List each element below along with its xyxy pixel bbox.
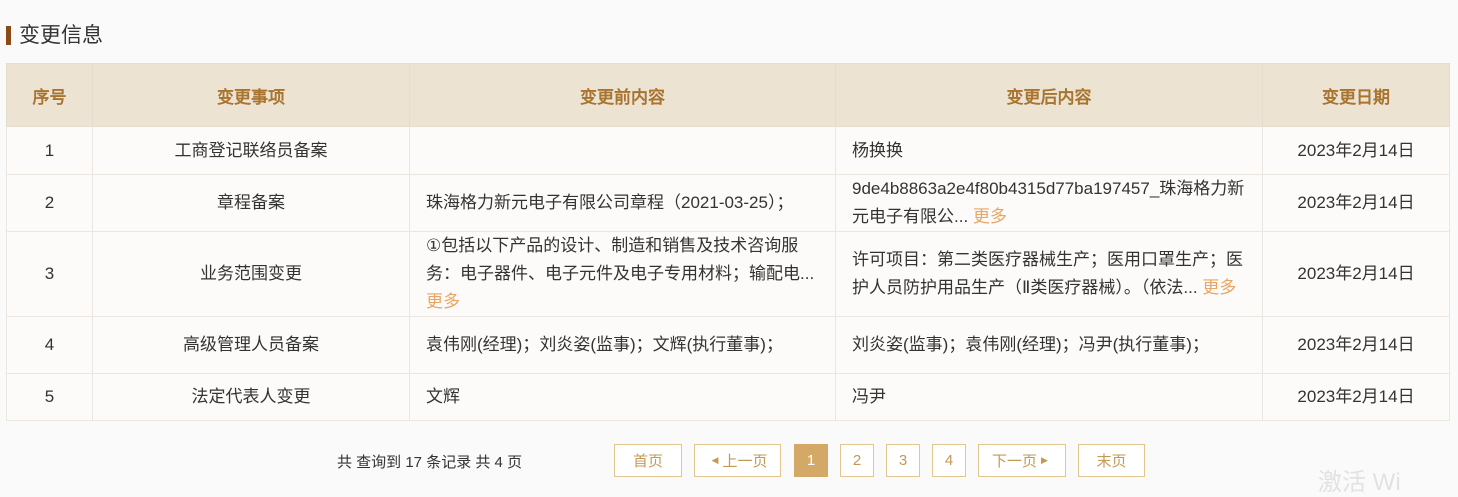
cell-after-content: 许可项目：第二类医疗器械生产；医用口罩生产；医护人员防护用品生产（Ⅱ类医疗器械）… — [835, 231, 1263, 317]
cell-change-date: 2023年2月14日 — [1262, 174, 1450, 232]
header-before-content: 变更前内容 — [409, 63, 836, 127]
before-text: 珠海格力新元电子有限公司章程（2021-03-25）； — [426, 193, 794, 212]
after-text: 许可项目：第二类医疗器械生产；医用口罩生产；医护人员防护用品生产（Ⅱ类医疗器械）… — [852, 250, 1243, 297]
pagination-summary: 共 查询到 17 条记录 共 4 页 — [337, 451, 522, 472]
cell-after-content: 杨换换 — [835, 126, 1263, 175]
page-number: 2 — [852, 452, 862, 469]
cell-change-item: 章程备案 — [92, 174, 410, 232]
triangle-left-icon: ◀ — [711, 455, 719, 465]
summary-pages-unit: 页 — [507, 454, 523, 471]
table-header-row: 序号 变更事项 变更前内容 变更后内容 变更日期 — [6, 63, 1450, 127]
after-text: 9de4b8863a2e4f80b4315d77ba197457_珠海格力新元电… — [852, 179, 1245, 226]
cell-after-content: 9de4b8863a2e4f80b4315d77ba197457_珠海格力新元电… — [835, 174, 1263, 232]
header-change-item: 变更事项 — [92, 63, 410, 127]
after-more-link[interactable]: 更多 — [1202, 278, 1236, 297]
cell-change-date: 2023年2月14日 — [1262, 373, 1450, 421]
page-button-2[interactable]: 2 — [840, 444, 874, 477]
table-row: 3 业务范围变更 ①包括以下产品的设计、制造和销售及技术咨询服务：电子器件、电子… — [6, 231, 1450, 317]
before-text: 袁伟刚(经理)；刘炎姿(监事)；文辉(执行董事)； — [426, 335, 783, 354]
table-row: 2 章程备案 珠海格力新元电子有限公司章程（2021-03-25）； 9de4b… — [6, 174, 1450, 232]
page-number: 4 — [944, 452, 954, 469]
next-page-label: 下一页 — [992, 453, 1038, 470]
page-number: 1 — [806, 452, 816, 469]
first-page-label: 首页 — [632, 453, 663, 470]
header-after-content: 变更后内容 — [835, 63, 1263, 127]
section-title-text: 变更信息 — [19, 24, 103, 47]
cell-before-content: 袁伟刚(经理)；刘炎姿(监事)；文辉(执行董事)； — [409, 316, 836, 374]
after-text: 刘炎姿(监事)；袁伟刚(经理)；冯尹(执行董事)； — [852, 335, 1209, 354]
page-button-3[interactable]: 3 — [886, 444, 920, 477]
cell-change-item: 高级管理人员备案 — [92, 316, 410, 374]
cell-before-content: 文辉 — [409, 373, 836, 421]
cell-change-item: 业务范围变更 — [92, 231, 410, 317]
total-pages: 4 — [494, 454, 503, 471]
header-change-date: 变更日期 — [1262, 63, 1450, 127]
page-number: 3 — [898, 452, 908, 469]
table-row: 4 高级管理人员备案 袁伟刚(经理)；刘炎姿(监事)；文辉(执行董事)； 刘炎姿… — [6, 316, 1450, 374]
cell-after-content: 冯尹 — [835, 373, 1263, 421]
cell-change-item: 法定代表人变更 — [92, 373, 410, 421]
cell-change-date: 2023年2月14日 — [1262, 231, 1450, 317]
before-more-link[interactable]: 更多 — [426, 292, 460, 311]
cell-serial-no: 5 — [6, 373, 93, 421]
cell-serial-no: 4 — [6, 316, 93, 374]
activation-watermark: 激活 Wi — [1318, 469, 1401, 496]
page-button-1[interactable]: 1 — [794, 444, 828, 477]
title-accent-bar — [6, 25, 11, 45]
cell-serial-no: 3 — [6, 231, 93, 317]
after-more-link[interactable]: 更多 — [973, 207, 1007, 226]
header-serial-no: 序号 — [6, 63, 93, 127]
page-button-4[interactable]: 4 — [932, 444, 966, 477]
cell-before-content — [409, 126, 836, 175]
next-page-button[interactable]: 下一页 ▶ — [978, 444, 1066, 477]
cell-before-content: ①包括以下产品的设计、制造和销售及技术咨询服务：电子器件、电子元件及电子专用材料… — [409, 231, 836, 317]
prev-page-label: 上一页 — [722, 453, 768, 470]
cell-change-date: 2023年2月14日 — [1262, 126, 1450, 175]
table-row: 5 法定代表人变更 文辉 冯尹 2023年2月14日 — [6, 373, 1450, 421]
last-page-label: 末页 — [1096, 453, 1127, 470]
table-row: 1 工商登记联络员备案 杨换换 2023年2月14日 — [6, 126, 1450, 175]
change-info-table: 序号 变更事项 变更前内容 变更后内容 变更日期 1 工商登记联络员备案 杨换换… — [6, 63, 1450, 421]
section-title: 变更信息 — [6, 20, 103, 48]
summary-records-unit: 条记录 共 — [426, 454, 491, 471]
total-records: 17 — [405, 454, 423, 471]
before-text: 文辉 — [426, 387, 460, 406]
before-text: ①包括以下产品的设计、制造和销售及技术咨询服务：电子器件、电子元件及电子专用材料… — [426, 236, 815, 283]
last-page-button[interactable]: 末页 — [1078, 444, 1145, 477]
cell-after-content: 刘炎姿(监事)；袁伟刚(经理)；冯尹(执行董事)； — [835, 316, 1263, 374]
cell-serial-no: 1 — [6, 126, 93, 175]
after-text: 杨换换 — [852, 140, 903, 160]
cell-before-content: 珠海格力新元电子有限公司章程（2021-03-25）； — [409, 174, 836, 232]
prev-page-button[interactable]: ◀ 上一页 — [694, 444, 781, 477]
first-page-button[interactable]: 首页 — [614, 444, 682, 477]
triangle-right-icon: ▶ — [1041, 455, 1048, 465]
after-text: 冯尹 — [852, 387, 886, 406]
cell-serial-no: 2 — [6, 174, 93, 232]
summary-prefix: 共 查询到 — [337, 454, 402, 471]
cell-change-item: 工商登记联络员备案 — [92, 126, 410, 175]
cell-change-date: 2023年2月14日 — [1262, 316, 1450, 374]
